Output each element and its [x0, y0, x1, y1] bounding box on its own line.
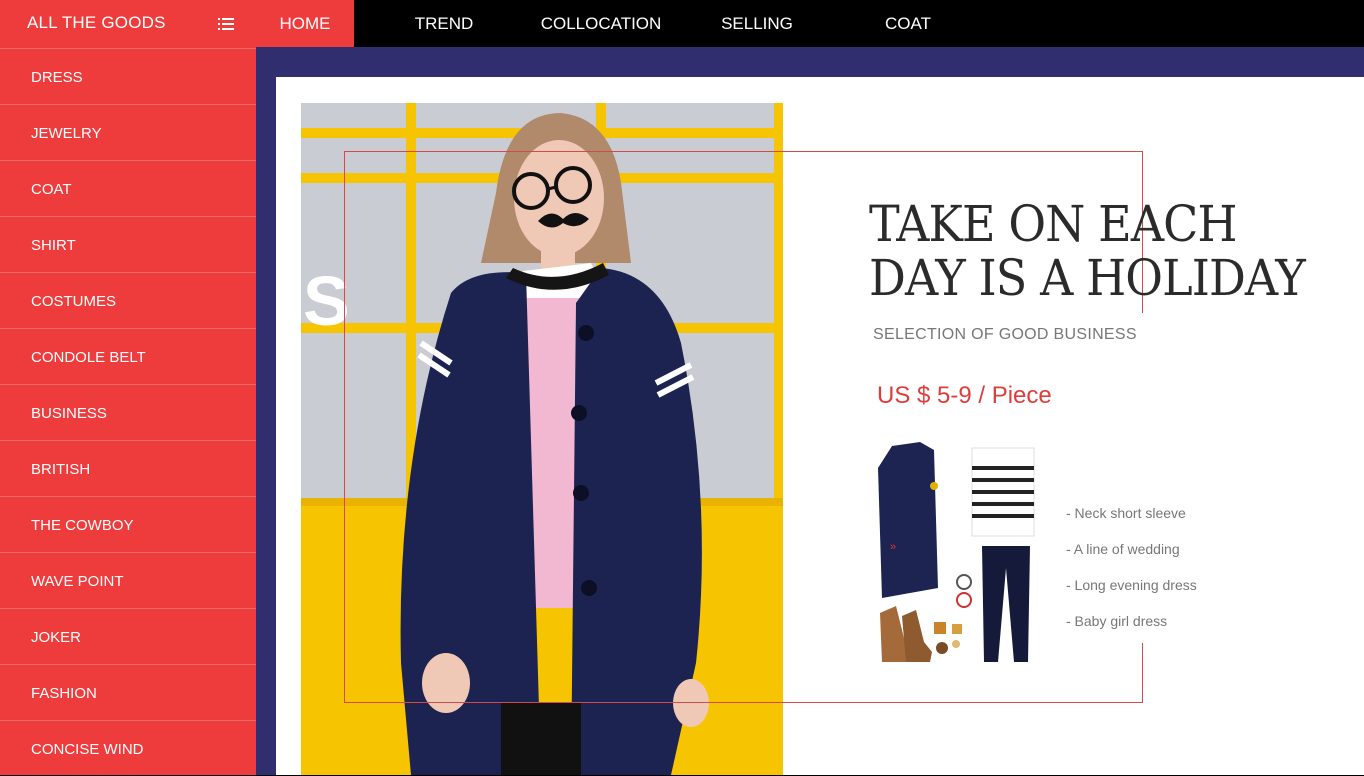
sidebar-item-label: DRESS	[31, 69, 83, 86]
sidebar-item-concise-wind[interactable]: CONCISE WIND	[0, 720, 256, 776]
sidebar-item-label: JOKER	[31, 629, 82, 646]
svg-text:S: S	[303, 262, 350, 340]
sidebar-item-label: BUSINESS	[31, 405, 107, 422]
sidebar-item-costumes[interactable]: COSTUMES	[0, 272, 256, 328]
sidebar-item-jewelry[interactable]: JEWELRY	[0, 104, 256, 160]
sidebar-item-label: CONDOLE BELT	[31, 349, 146, 366]
sidebar-item-label: SHIRT	[31, 237, 76, 254]
feature-item: - Neck short sleeve	[1066, 505, 1186, 521]
sidebar-item-label: COSTUMES	[31, 293, 117, 310]
feature-item: - A line of wedding	[1066, 541, 1180, 557]
sidebar-item-british[interactable]: BRITISH	[0, 440, 256, 496]
sidebar-item-label: FASHION	[31, 685, 97, 702]
sidebar-item-wave-point[interactable]: WAVE POINT	[0, 552, 256, 608]
nav-collocation[interactable]: COLLOCATION	[536, 0, 666, 47]
headline-line-2: DAY IS A HOLIDAY	[869, 249, 1306, 307]
sidebar-item-label: THE COWBOY	[31, 517, 134, 534]
nav-trend[interactable]: TREND	[400, 0, 488, 47]
svg-text:»: »	[890, 541, 896, 553]
hero-headline: TAKE ON EACH DAY IS A HOLIDAY	[869, 195, 1306, 307]
hero-price: US $ 5-9 / Piece	[877, 382, 1052, 409]
product-collage-image[interactable]: »	[872, 438, 1052, 670]
sidebar-item-condole-belt[interactable]: CONDOLE BELT	[0, 328, 256, 384]
sidebar-item-dress[interactable]: DRESS	[0, 48, 256, 104]
top-navigation-bar: ALL THE GOODS HOME TREND COLLOCATION SEL…	[0, 0, 1364, 47]
sidebar-item-coat[interactable]: COAT	[0, 160, 256, 216]
sidebar-item-label: COAT	[31, 181, 72, 198]
all-goods-label: ALL THE GOODS	[27, 13, 166, 32]
headline-line-1: TAKE ON EACH	[869, 195, 1238, 253]
sidebar-item-label: CONCISE WIND	[31, 741, 144, 758]
nav-home[interactable]: HOME	[256, 0, 354, 47]
hero-subheading: SELECTION OF GOOD BUSINESS	[873, 326, 1137, 343]
sidebar-item-label: WAVE POINT	[31, 573, 124, 590]
feature-item: - Baby girl dress	[1066, 613, 1168, 629]
sidebar-item-the-cowboy[interactable]: THE COWBOY	[0, 496, 256, 552]
list-icon[interactable]	[218, 17, 234, 31]
sidebar-item-business[interactable]: BUSINESS	[0, 384, 256, 440]
sidebar-item-fashion[interactable]: FASHION	[0, 664, 256, 720]
all-goods-menu[interactable]: ALL THE GOODS	[0, 0, 256, 47]
feature-list: - Neck short sleeve - A line of wedding …	[1066, 505, 1197, 649]
sidebar-item-label: JEWELRY	[31, 125, 102, 142]
category-sidebar: DRESS JEWELRY COAT SHIRT COSTUMES CONDOL…	[0, 47, 256, 775]
hero-model-image[interactable]: S	[301, 103, 783, 775]
sidebar-item-shirt[interactable]: SHIRT	[0, 216, 256, 272]
sidebar-item-label: BRITISH	[31, 461, 91, 478]
nav-coat[interactable]: COAT	[868, 0, 948, 47]
sidebar-item-joker[interactable]: JOKER	[0, 608, 256, 664]
nav-selling[interactable]: SELLING	[712, 0, 802, 47]
feature-item: - Long evening dress	[1066, 577, 1197, 593]
